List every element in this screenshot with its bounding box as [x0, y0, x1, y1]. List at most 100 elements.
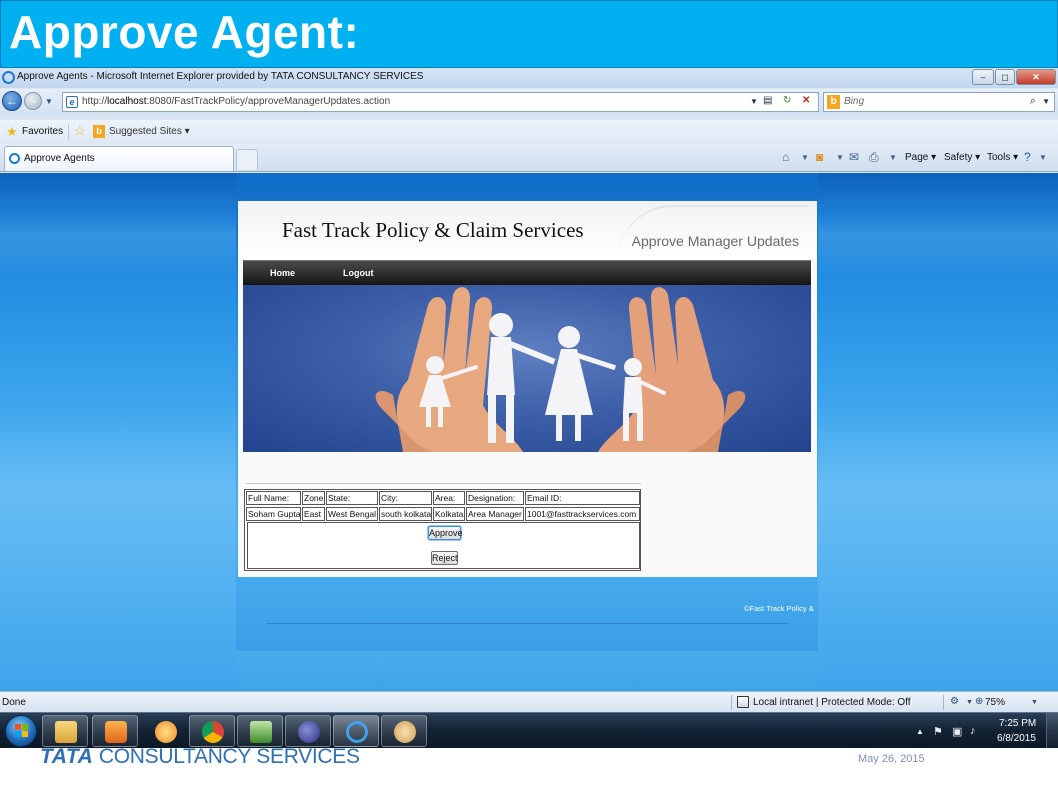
intranet-zone-icon — [737, 696, 749, 708]
feeds-icon[interactable]: ◙ — [816, 150, 823, 164]
taskbar-paint-palette[interactable] — [381, 715, 427, 747]
cell-zone: East — [302, 507, 325, 521]
safety-menu[interactable]: Safety ▾ — [944, 152, 980, 163]
taskbar-eclipse[interactable] — [285, 715, 331, 747]
slide-date: May 26, 2015 — [858, 753, 925, 765]
help-icon[interactable]: ? — [1024, 150, 1031, 164]
content-divider — [246, 483, 641, 484]
header-email: Email ID: — [525, 491, 640, 505]
print-dropdown-icon[interactable]: ▼ — [889, 153, 897, 162]
favorites-button[interactable]: Favorites — [22, 126, 63, 137]
volume-muted-icon[interactable]: ♪ — [970, 725, 976, 737]
bulb-app-icon — [155, 721, 177, 743]
history-dropdown-icon[interactable]: ▼ — [45, 97, 53, 106]
tools-menu[interactable]: Tools ▾ — [987, 152, 1018, 163]
nav-bar: Home Logout — [243, 260, 811, 285]
page-subtitle: Approve Manager Updates — [631, 233, 799, 249]
media-player-icon — [105, 721, 127, 743]
search-dropdown-icon[interactable]: ▼ — [1042, 97, 1050, 106]
header-full-name: Full Name: — [246, 491, 301, 505]
home-icon[interactable]: ⌂ — [782, 150, 789, 164]
zoom-level[interactable]: 75% — [985, 697, 1005, 708]
background-band-left — [0, 173, 236, 691]
nav-home-link[interactable]: Home — [270, 268, 295, 278]
action-cell: Approve Reject — [247, 522, 640, 569]
tab-row: Approve Agents ⌂ ▼ ◙ ▼ ✉ ⎙ ▼ Page ▾ Safe… — [0, 144, 1058, 172]
clock-time[interactable]: 7:25 PM — [999, 718, 1036, 729]
bing-icon: b — [827, 95, 840, 109]
home-dropdown-icon[interactable]: ▼ — [801, 153, 809, 162]
maximize-button[interactable]: ◻ — [995, 69, 1015, 85]
print-icon[interactable]: ⎙ — [869, 150, 879, 165]
mail-icon[interactable]: ✉ — [849, 150, 859, 164]
zoom-icon[interactable]: ⊕ — [975, 696, 983, 707]
stop-icon[interactable]: ✕ — [802, 95, 810, 106]
taskbar-internet-explorer[interactable] — [333, 715, 379, 747]
header-zone: Zone: — [302, 491, 325, 505]
minimize-button[interactable]: – — [972, 69, 994, 85]
close-button[interactable]: ✕ — [1016, 69, 1056, 85]
tab-approve-agents[interactable]: Approve Agents — [4, 146, 234, 171]
window-title: Approve Agents - Microsoft Internet Expl… — [17, 71, 424, 82]
url-field[interactable]: e http://localhost:8080/FastTrackPolicy/… — [62, 92, 819, 112]
protected-mode-dropdown-icon[interactable]: ▼ — [966, 699, 973, 706]
page-footer-copyright: ©Fast Track Policy & — [744, 604, 814, 613]
compatibility-view-icon[interactable]: ▤ — [763, 95, 772, 106]
folder-icon — [55, 721, 77, 743]
hero-image — [243, 285, 811, 452]
page-header: Fast Track Policy & Claim Services Appro… — [238, 201, 817, 259]
new-tab-button[interactable] — [236, 149, 258, 170]
taskbar-network-app[interactable] — [237, 715, 283, 747]
help-dropdown-icon[interactable]: ▼ — [1039, 153, 1047, 162]
clock-date[interactable]: 6/8/2015 — [997, 733, 1036, 744]
slide-banner: Approve Agent: — [0, 0, 1058, 68]
cell-designation: Area Manager — [466, 507, 524, 521]
window-titlebar[interactable]: Approve Agents - Microsoft Internet Expl… — [0, 68, 1058, 88]
chrome-icon — [202, 721, 224, 743]
forward-button[interactable]: → — [24, 92, 42, 110]
nav-logout-link[interactable]: Logout — [343, 268, 374, 278]
favorites-bar: ★ Favorites ☆ b Suggested Sites ▾ — [0, 120, 1058, 144]
status-text: Done — [2, 697, 26, 708]
taskbar-media-player[interactable] — [92, 715, 138, 747]
header-state: State: — [326, 491, 378, 505]
internet-explorer-icon — [2, 71, 15, 84]
tray-expand-icon[interactable]: ▲ — [916, 727, 924, 736]
security-zone[interactable]: Local intranet | Protected Mode: Off — [753, 697, 911, 708]
family-in-hands-illustration — [375, 287, 746, 452]
show-desktop-button[interactable] — [1046, 713, 1058, 748]
slide-title: Approve Agent: — [9, 6, 360, 58]
page-icon: e — [66, 96, 78, 108]
site-title: Fast Track Policy & Claim Services — [282, 218, 584, 242]
slide: Approve Agent: Approve Agents - Microsof… — [0, 0, 1058, 793]
url-dropdown-icon[interactable]: ▼ — [750, 97, 758, 106]
status-bar: Done Local intranet | Protected Mode: Of… — [0, 691, 1058, 712]
url-text[interactable]: http://localhost:8080/FastTrackPolicy/ap… — [82, 96, 390, 107]
start-button[interactable] — [5, 715, 37, 747]
action-center-flag-icon[interactable]: ⚑ — [933, 725, 943, 738]
taskbar-chrome[interactable] — [189, 715, 235, 747]
internet-explorer-icon — [346, 721, 368, 743]
page-menu[interactable]: Page ▾ — [905, 152, 936, 163]
back-button[interactable]: ← — [2, 91, 22, 111]
network-app-icon — [250, 721, 272, 743]
favorites-star-icon[interactable]: ★ — [6, 124, 18, 140]
taskbar-paint-app[interactable] — [142, 715, 188, 747]
feeds-dropdown-icon[interactable]: ▼ — [836, 153, 844, 162]
search-icon[interactable]: ⌕ — [1030, 95, 1036, 108]
refresh-icon[interactable]: ↻ — [783, 95, 791, 106]
approve-button[interactable]: Approve — [428, 526, 463, 540]
background-band-right — [818, 173, 1058, 691]
suggested-sites-button[interactable]: Suggested Sites ▾ — [109, 126, 190, 137]
reject-button[interactable]: Reject — [431, 551, 458, 565]
zoom-dropdown-icon[interactable]: ▼ — [1031, 699, 1038, 706]
protected-mode-icon[interactable]: ⚙ — [950, 696, 959, 707]
page-viewport: Fast Track Policy & Claim Services Appro… — [0, 173, 1058, 691]
network-icon[interactable]: ▣ — [952, 725, 962, 738]
address-bar: ← → ▼ e http://localhost:8080/FastTrackP… — [0, 89, 1058, 115]
search-field[interactable]: b Bing ⌕ ▼ — [823, 92, 1055, 112]
cell-email: 1001@fasttrackservices.com — [525, 507, 640, 521]
header-area: Area: — [433, 491, 465, 505]
taskbar-explorer[interactable] — [42, 715, 88, 747]
add-favorite-icon[interactable]: ☆ — [74, 123, 86, 139]
